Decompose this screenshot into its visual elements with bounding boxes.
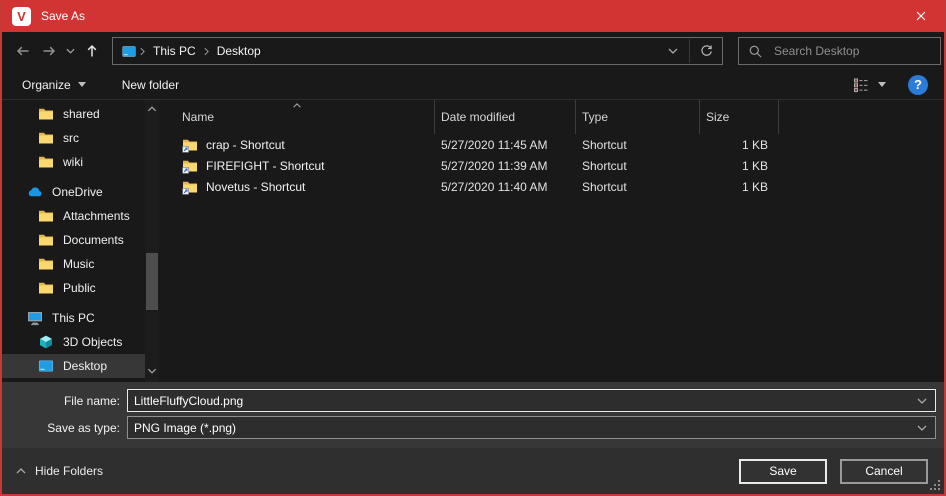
file-row-novetus-shortcut[interactable]: Novetus - Shortcut 5/27/2020 11:40 AM Sh…	[159, 176, 944, 197]
file-name-input[interactable]	[128, 394, 935, 408]
scrollbar-thumb[interactable]	[146, 253, 158, 310]
vivaldi-app-icon: V	[12, 7, 31, 26]
history-dropdown-button[interactable]	[62, 38, 79, 64]
computer-icon	[27, 310, 43, 326]
file-row-crap-shortcut[interactable]: crap - Shortcut 5/27/2020 11:45 AM Short…	[159, 134, 944, 155]
resize-grip[interactable]	[930, 480, 941, 491]
refresh-icon	[699, 44, 714, 59]
caret-down-icon	[878, 82, 886, 87]
chevron-up-icon	[148, 106, 157, 112]
dialog-footer: Hide Folders Save Cancel	[2, 448, 944, 494]
file-row-firefight-shortcut[interactable]: FIREFIGHT - Shortcut 5/27/2020 11:39 AM …	[159, 155, 944, 176]
arrow-right-icon	[41, 43, 57, 59]
sidebar-item-music[interactable]: Music	[2, 252, 145, 276]
column-header-date-modified[interactable]: Date modified	[435, 100, 576, 134]
save-button[interactable]: Save	[739, 459, 827, 484]
new-folder-label: New folder	[122, 78, 179, 92]
sidebar-item-this-pc[interactable]: This PC	[2, 306, 145, 330]
this-pc-icon	[121, 44, 137, 59]
sidebar-item-public[interactable]: Public	[2, 276, 145, 300]
vivaldi-letter: V	[17, 10, 26, 23]
navigation-pane: shared src wiki OneDrive Attachments Doc…	[2, 100, 145, 382]
sidebar-item-3d-objects[interactable]: 3D Objects	[2, 330, 145, 354]
column-header-name[interactable]: Name	[159, 100, 435, 134]
column-headers: Name Date modified Type Size	[159, 100, 944, 134]
shortcut-folder-icon	[182, 137, 198, 153]
sidebar-item-wiki[interactable]: wiki	[2, 150, 145, 174]
save-as-type-select[interactable]: PNG Image (*.png)	[127, 416, 936, 439]
refresh-button[interactable]	[690, 38, 722, 64]
hide-folders-button[interactable]: Hide Folders	[16, 464, 103, 478]
monitor-icon	[38, 358, 54, 374]
folder-icon	[38, 154, 54, 170]
scrollbar-up-button[interactable]	[148, 106, 157, 112]
breadcrumb-separator-icon	[204, 47, 209, 56]
cancel-button[interactable]: Cancel	[840, 459, 928, 484]
close-button[interactable]	[898, 0, 944, 32]
shortcut-folder-icon	[182, 158, 198, 174]
up-button[interactable]	[79, 38, 105, 64]
search-box	[738, 37, 941, 65]
chevron-up-icon	[16, 468, 26, 474]
titlebar: V Save As	[2, 0, 944, 32]
change-view-button[interactable]	[853, 77, 886, 93]
shortcut-folder-icon	[182, 179, 198, 195]
folder-icon	[38, 130, 54, 146]
save-as-type-label: Save as type:	[2, 421, 127, 435]
main-area: shared src wiki OneDrive Attachments Doc…	[2, 100, 944, 382]
folder-icon	[38, 280, 54, 296]
column-header-type[interactable]: Type	[576, 100, 700, 134]
arrow-left-icon	[15, 43, 31, 59]
cube-icon	[38, 334, 54, 350]
sidebar-scrollbar	[145, 100, 159, 382]
chevron-down-icon	[66, 48, 75, 54]
folder-icon	[38, 232, 54, 248]
chevron-down-icon	[917, 425, 927, 431]
organize-button[interactable]: Organize	[22, 78, 86, 92]
sidebar-item-desktop[interactable]: Desktop	[2, 354, 145, 378]
close-icon	[916, 11, 926, 21]
chevron-down-icon	[668, 48, 678, 54]
help-button[interactable]: ?	[908, 75, 928, 95]
details-view-icon	[853, 77, 869, 93]
sidebar-item-shared[interactable]: shared	[2, 102, 145, 126]
folder-icon	[38, 106, 54, 122]
folder-icon	[38, 208, 54, 224]
sidebar-item-src[interactable]: src	[2, 126, 145, 150]
file-name-combobox	[127, 389, 936, 412]
folder-icon	[38, 256, 54, 272]
file-list: Name Date modified Type Size crap - Shor…	[159, 100, 944, 382]
address-dropdown-button[interactable]	[657, 38, 689, 64]
search-input[interactable]	[772, 43, 931, 59]
sidebar-item-documents[interactable]: Documents	[2, 228, 145, 252]
breadcrumb-separator-icon	[140, 47, 145, 56]
address-bar: This PC Desktop	[112, 37, 723, 65]
chevron-down-icon	[148, 368, 157, 374]
search-icon	[748, 44, 763, 59]
back-button[interactable]	[10, 38, 36, 64]
navigation-bar: This PC Desktop	[2, 32, 944, 70]
onedrive-cloud-icon	[27, 184, 43, 200]
chevron-down-icon[interactable]	[917, 398, 927, 404]
save-as-dialog: V Save As This PC Desktop	[0, 0, 946, 496]
new-folder-button[interactable]: New folder	[122, 78, 179, 92]
save-as-type-value: PNG Image (*.png)	[128, 421, 236, 435]
column-header-size[interactable]: Size	[700, 100, 779, 134]
command-toolbar: Organize New folder ?	[2, 70, 944, 100]
arrow-up-icon	[84, 43, 100, 59]
forward-button[interactable]	[36, 38, 62, 64]
sort-ascending-icon	[292, 103, 301, 108]
hide-folders-label: Hide Folders	[35, 464, 103, 478]
sidebar-item-attachments[interactable]: Attachments	[2, 204, 145, 228]
breadcrumb-desktop[interactable]: Desktop	[212, 44, 266, 58]
window-title: Save As	[41, 9, 85, 23]
organize-label: Organize	[22, 78, 71, 92]
scrollbar-down-button[interactable]	[148, 368, 157, 374]
caret-down-icon	[78, 82, 86, 87]
breadcrumb-this-pc[interactable]: This PC	[148, 44, 201, 58]
sidebar-item-onedrive[interactable]: OneDrive	[2, 180, 145, 204]
file-name-label: File name:	[2, 394, 127, 408]
file-name-panel: File name: Save as type: PNG Image (*.pn…	[2, 382, 944, 448]
